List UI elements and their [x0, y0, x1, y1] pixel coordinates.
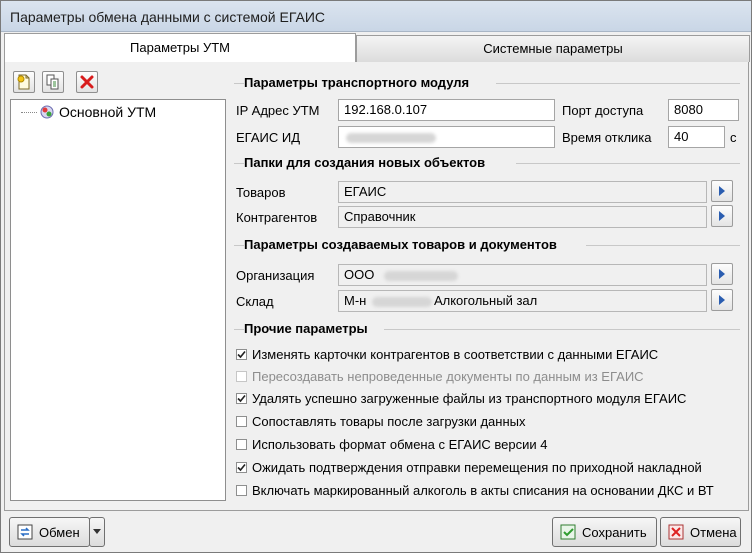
- organization-value: ООО: [344, 267, 375, 282]
- arrow-right-icon: [719, 186, 725, 196]
- warehouse-value-prefix: М-н: [344, 293, 367, 308]
- option-label: Включать маркированный алкоголь в акты с…: [252, 483, 714, 498]
- arrow-right-icon: [719, 211, 725, 221]
- chevron-down-icon: [93, 529, 101, 534]
- checkmark-icon: [237, 394, 246, 403]
- delete-button[interactable]: [76, 71, 98, 93]
- cancel-icon: [668, 524, 684, 540]
- utm-node-icon: [40, 105, 54, 119]
- save-icon: [560, 524, 576, 540]
- egais-id-field[interactable]: [338, 126, 555, 148]
- checkbox[interactable]: [236, 485, 247, 496]
- option-checkbox-row[interactable]: Изменять карточки контрагентов в соответ…: [236, 347, 658, 362]
- option-checkbox-row[interactable]: Сопоставлять товары после загрузки данны…: [236, 414, 525, 429]
- contractors-folder-field[interactable]: Справочник: [338, 206, 707, 228]
- section-transport-title: Параметры транспортного модуля: [244, 75, 470, 90]
- exchange-icon: [17, 524, 33, 540]
- section-folders-title: Папки для создания новых объектов: [244, 155, 486, 170]
- tab-utm-params[interactable]: Параметры УТМ: [4, 33, 356, 64]
- ip-label: IP Адрес УТМ: [236, 103, 320, 118]
- option-label: Сопоставлять товары после загрузки данны…: [252, 414, 526, 429]
- warehouse-label: Склад: [236, 294, 274, 309]
- organization-label: Организация: [236, 268, 315, 283]
- warehouse-select-button[interactable]: [711, 289, 733, 311]
- option-checkbox-row[interactable]: Удалять успешно загруженные файлы из тра…: [236, 391, 686, 406]
- option-label: Ожидать подтверждения отправки перемещен…: [252, 460, 702, 475]
- arrow-right-icon: [719, 269, 725, 279]
- ip-address-field[interactable]: 192.168.0.107: [338, 99, 555, 121]
- checkmark-icon: [237, 463, 246, 472]
- contractors-folder-label: Контрагентов: [236, 210, 318, 225]
- checkbox[interactable]: [236, 439, 247, 450]
- timeout-unit: с: [730, 130, 737, 145]
- section-created-title: Параметры создаваемых товаров и документ…: [244, 237, 557, 252]
- cancel-button[interactable]: Отмена: [660, 517, 741, 547]
- dialog-window: Параметры обмена данными с системой ЕГАИ…: [0, 0, 752, 553]
- checkbox: [236, 371, 247, 382]
- save-label: Сохранить: [582, 524, 647, 540]
- cancel-label: Отмена: [690, 524, 737, 540]
- contractors-folder-select-button[interactable]: [711, 205, 733, 227]
- title-bar: Параметры обмена данными с системой ЕГАИ…: [1, 1, 751, 32]
- redacted-blur: [383, 270, 458, 281]
- copy-button[interactable]: [42, 71, 64, 93]
- redacted-blur: [371, 296, 432, 307]
- goods-folder-field[interactable]: ЕГАИС: [338, 181, 707, 203]
- goods-folder-label: Товаров: [236, 185, 286, 200]
- utm-tree[interactable]: Основной УТМ: [10, 99, 226, 501]
- checkbox[interactable]: [236, 416, 247, 427]
- delete-x-icon: [80, 75, 94, 89]
- port-field[interactable]: 8080: [668, 99, 739, 121]
- redacted-blur: [346, 132, 436, 143]
- organization-field[interactable]: ООО: [338, 264, 707, 286]
- port-label: Порт доступа: [562, 103, 644, 118]
- option-checkbox-row: Пересоздавать непроведенные документы по…: [236, 369, 644, 384]
- option-checkbox-row[interactable]: Использовать формат обмена с ЕГАИС верси…: [236, 437, 548, 452]
- checkbox[interactable]: [236, 349, 247, 360]
- timeout-label: Время отклика: [562, 130, 652, 145]
- option-checkbox-row[interactable]: Включать маркированный алкоголь в акты с…: [236, 483, 714, 498]
- checkbox[interactable]: [236, 462, 247, 473]
- tree-item-label: Основной УТМ: [59, 104, 157, 120]
- checkmark-icon: [237, 350, 246, 359]
- egais-id-label: ЕГАИС ИД: [236, 130, 301, 145]
- tree-connector: [21, 111, 37, 113]
- arrow-right-icon: [719, 295, 725, 305]
- window-title: Параметры обмена данными с системой ЕГАИ…: [10, 9, 326, 25]
- tab-system-params[interactable]: Системные параметры: [356, 35, 750, 62]
- exchange-dropdown-button[interactable]: [89, 517, 105, 547]
- exchange-label: Обмен: [39, 524, 80, 540]
- option-label: Удалять успешно загруженные файлы из тра…: [252, 391, 687, 406]
- save-button[interactable]: Сохранить: [552, 517, 657, 547]
- option-label: Пересоздавать непроведенные документы по…: [252, 369, 644, 384]
- organization-select-button[interactable]: [711, 263, 733, 285]
- copy-document-icon: [46, 74, 59, 90]
- warehouse-field[interactable]: М-н Алкогольный зал: [338, 290, 707, 312]
- option-checkbox-row[interactable]: Ожидать подтверждения отправки перемещен…: [236, 460, 702, 475]
- option-label: Изменять карточки контрагентов в соответ…: [252, 347, 659, 362]
- exchange-button[interactable]: Обмен: [9, 517, 90, 547]
- goods-folder-select-button[interactable]: [711, 180, 733, 202]
- tab-strip: Параметры УТМ Системные параметры: [4, 33, 750, 64]
- tree-item-main-utm[interactable]: Основной УТМ: [21, 104, 156, 120]
- option-label: Использовать формат обмена с ЕГАИС верси…: [252, 437, 548, 452]
- timeout-field[interactable]: 40: [668, 126, 725, 148]
- section-other-title: Прочие параметры: [244, 321, 368, 336]
- warehouse-value-suffix: Алкогольный зал: [433, 293, 538, 308]
- checkbox[interactable]: [236, 393, 247, 404]
- add-document-icon: [17, 74, 30, 90]
- add-button[interactable]: [13, 71, 35, 93]
